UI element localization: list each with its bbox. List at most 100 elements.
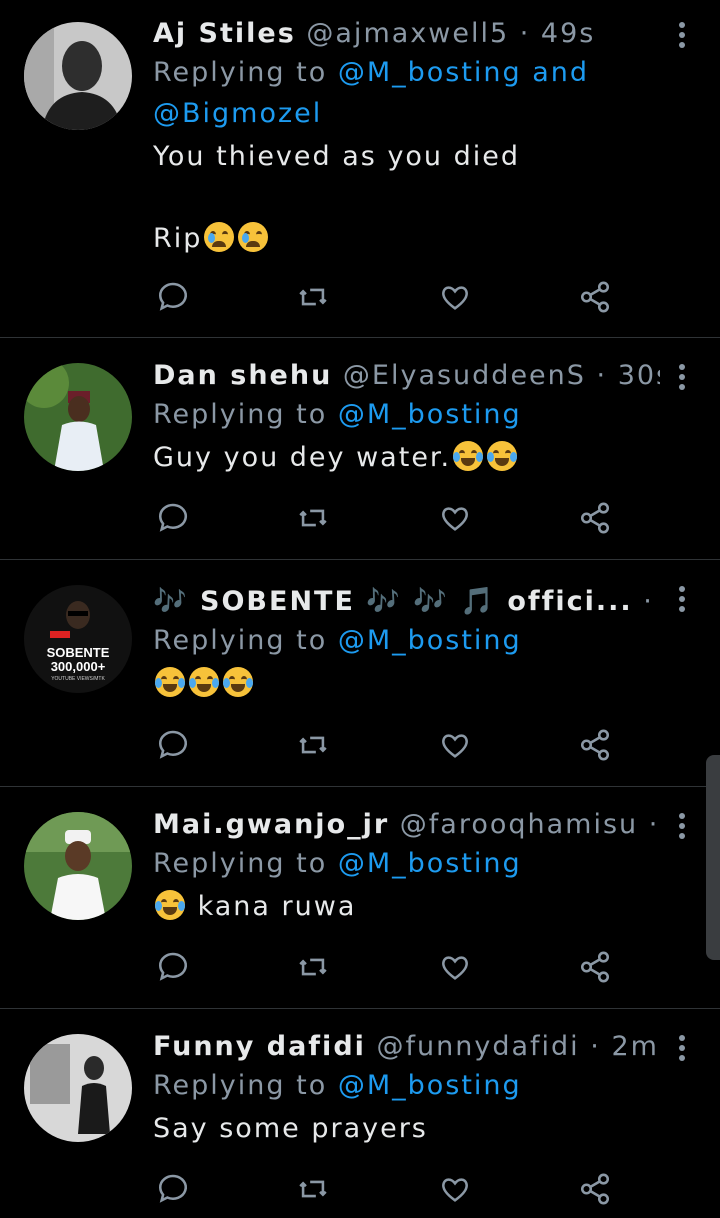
handle[interactable]: @ElyasuddeenS xyxy=(343,360,586,391)
tweet-5[interactable]: Funny dafidi @funnydafidi · 2m Replying … xyxy=(0,1009,720,1218)
tweet-body: kana ruwa xyxy=(197,891,357,922)
reply-button[interactable] xyxy=(156,501,196,541)
mention-link[interactable]: @M_bosting xyxy=(338,57,522,88)
display-name[interactable]: Funny dafidi xyxy=(153,1031,366,1062)
replying-to: Replying to @M_bosting xyxy=(153,843,660,884)
avatar-line2: 300,000+ xyxy=(51,659,106,674)
share-icon xyxy=(580,951,610,983)
retweet-button[interactable] xyxy=(296,501,336,541)
share-icon xyxy=(580,1173,610,1205)
timestamp: 49s xyxy=(540,18,596,49)
replying-label: Replying to xyxy=(153,399,328,430)
more-vertical-icon[interactable] xyxy=(672,20,692,50)
like-icon xyxy=(442,956,468,980)
reply-icon xyxy=(158,952,188,981)
separator: · xyxy=(648,809,660,840)
tweet-text: Guy you dey water. xyxy=(153,437,660,478)
avatar[interactable] xyxy=(24,1034,132,1142)
replying-to: Replying to @M_bosting xyxy=(153,620,660,661)
retweet-icon xyxy=(299,288,327,306)
share-icon xyxy=(580,502,610,534)
retweet-button[interactable] xyxy=(296,728,336,768)
mention-link[interactable]: @M_bosting xyxy=(338,399,522,430)
replying-label: Replying to xyxy=(153,625,328,656)
retweet-button[interactable] xyxy=(296,280,336,320)
reply-button[interactable] xyxy=(156,280,196,320)
retweet-button[interactable] xyxy=(296,1172,336,1212)
reply-icon xyxy=(158,730,188,759)
more-vertical-icon[interactable] xyxy=(672,584,692,614)
action-bar xyxy=(156,501,626,541)
laughing-tears-icon xyxy=(189,667,219,697)
laughing-tears-icon xyxy=(155,667,185,697)
mention-link[interactable]: @M_bosting xyxy=(338,625,522,656)
avatar[interactable] xyxy=(24,22,132,130)
separator: · xyxy=(596,360,608,391)
replying-label: Replying to xyxy=(153,848,328,879)
avatar-line1: SOBENTE xyxy=(47,645,110,660)
tweet-text xyxy=(153,663,660,704)
avatar[interactable]: SOBENTE 300,000+ YOUTUBE VIEWS/MTK xyxy=(24,585,132,693)
crying-face-icon xyxy=(238,222,269,252)
display-name[interactable]: Dan shehu xyxy=(153,360,332,391)
retweet-icon xyxy=(299,958,327,976)
scrollbar[interactable] xyxy=(706,755,720,960)
tweet-body: Guy you dey water. xyxy=(153,442,452,473)
laughing-tears-icon xyxy=(223,667,253,697)
mention-link[interactable]: @M_bosting xyxy=(338,848,522,879)
reply-button[interactable] xyxy=(156,728,196,768)
share-button[interactable] xyxy=(578,280,618,320)
reply-button[interactable] xyxy=(156,1172,196,1212)
more-vertical-icon[interactable] xyxy=(672,1033,692,1063)
like-icon xyxy=(442,1178,468,1202)
share-button[interactable] xyxy=(578,728,618,768)
like-button[interactable] xyxy=(438,280,478,320)
like-icon xyxy=(442,286,468,310)
mention-joiner: and xyxy=(532,57,590,88)
replying-to: Replying to @M_bosting xyxy=(153,394,660,435)
mention-link[interactable]: @M_bosting xyxy=(338,1070,522,1101)
like-icon xyxy=(442,734,468,758)
like-button[interactable] xyxy=(438,950,478,990)
avatar[interactable] xyxy=(24,363,132,471)
separator: · xyxy=(590,1031,601,1062)
more-vertical-icon[interactable] xyxy=(672,811,692,841)
reply-icon xyxy=(158,503,188,532)
display-name[interactable]: 🎶 SOBENTE 🎶 🎶 🎵 offici... xyxy=(153,586,633,617)
action-bar xyxy=(156,728,626,768)
handle[interactable]: @farooqhamisu xyxy=(400,809,638,840)
more-vertical-icon[interactable] xyxy=(672,362,692,392)
share-button[interactable] xyxy=(578,950,618,990)
reply-button[interactable] xyxy=(156,950,196,990)
tweet-text: You thieved as you died Rip xyxy=(153,136,660,259)
display-name[interactable]: Mai.gwanjo_jr xyxy=(153,809,389,840)
display-name[interactable]: Aj Stiles xyxy=(153,18,296,49)
timestamp: 2m xyxy=(611,1031,659,1062)
share-icon xyxy=(580,729,610,761)
mention-link[interactable]: @Bigmozel xyxy=(153,98,322,129)
tweet-3[interactable]: SOBENTE 300,000+ YOUTUBE VIEWS/MTK 🎶 SOB… xyxy=(0,560,720,787)
replying-to: Replying to @M_bosting xyxy=(153,1065,660,1106)
laughing-tears-icon xyxy=(453,441,484,471)
like-button[interactable] xyxy=(438,501,478,541)
retweet-icon xyxy=(299,509,327,527)
like-button[interactable] xyxy=(438,728,478,768)
like-icon xyxy=(442,507,468,531)
replying-label: Replying to xyxy=(153,1070,328,1101)
like-button[interactable] xyxy=(438,1172,478,1212)
avatar[interactable] xyxy=(24,812,132,920)
handle[interactable]: @funnydafidi xyxy=(377,1031,580,1062)
tweet-1[interactable]: Aj Stiles @ajmaxwell5 · 49s Replying to … xyxy=(0,0,720,338)
share-button[interactable] xyxy=(578,501,618,541)
retweet-button[interactable] xyxy=(296,950,336,990)
tweet-4[interactable]: Mai.gwanjo_jr @farooqhamisu · 21m Replyi… xyxy=(0,787,720,1009)
action-bar xyxy=(156,950,626,990)
handle[interactable]: @ajmaxwell5 xyxy=(306,18,509,49)
crying-face-icon xyxy=(204,222,235,252)
action-bar xyxy=(156,280,626,320)
laughing-tears-icon xyxy=(487,441,518,471)
share-button[interactable] xyxy=(578,1172,618,1212)
retweet-icon xyxy=(299,1180,327,1198)
tweet-2[interactable]: Dan shehu @ElyasuddeenS · 30s Replying t… xyxy=(0,338,720,560)
separator: · xyxy=(643,586,654,617)
